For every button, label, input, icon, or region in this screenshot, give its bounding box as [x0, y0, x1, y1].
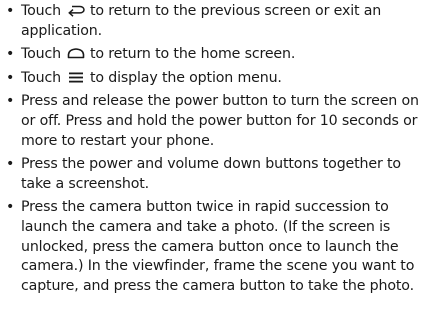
menu-icon [67, 70, 85, 84]
list-item-menu: • Touch to display the option menu. [0, 69, 421, 89]
list-item-power: • Press and release the power button to … [0, 92, 421, 151]
bullet: • [6, 3, 15, 19]
list-item-camera: • Press the camera button twice in rapid… [0, 198, 421, 296]
item-text-before: Touch [21, 3, 61, 19]
back-icon [67, 3, 85, 17]
bullet: • [6, 156, 15, 173]
item-text-after: to return to the home screen. [89, 46, 296, 63]
item-text-before: Touch [21, 69, 61, 86]
home-icon [67, 46, 85, 60]
item-text-after: to display the option menu. [89, 69, 282, 86]
list-item-screenshot: • Press the power and volume down button… [0, 155, 421, 194]
bullet: • [6, 69, 15, 86]
list-item-back: • Touch to return to the previous screen … [0, 2, 421, 41]
item-text-before: Touch [21, 46, 61, 63]
bullet: • [6, 93, 15, 110]
instruction-list: • Touch to return to the previous screen … [0, 2, 421, 300]
item-text: Press and release the power button to tu… [21, 93, 419, 149]
bullet: • [6, 199, 15, 216]
item-text: Press the power and volume down buttons … [21, 156, 401, 192]
item-text: Press the camera button twice in rapid s… [21, 199, 415, 294]
list-item-home: • Touch to return to the home screen. [0, 45, 421, 65]
bullet: • [6, 46, 15, 63]
